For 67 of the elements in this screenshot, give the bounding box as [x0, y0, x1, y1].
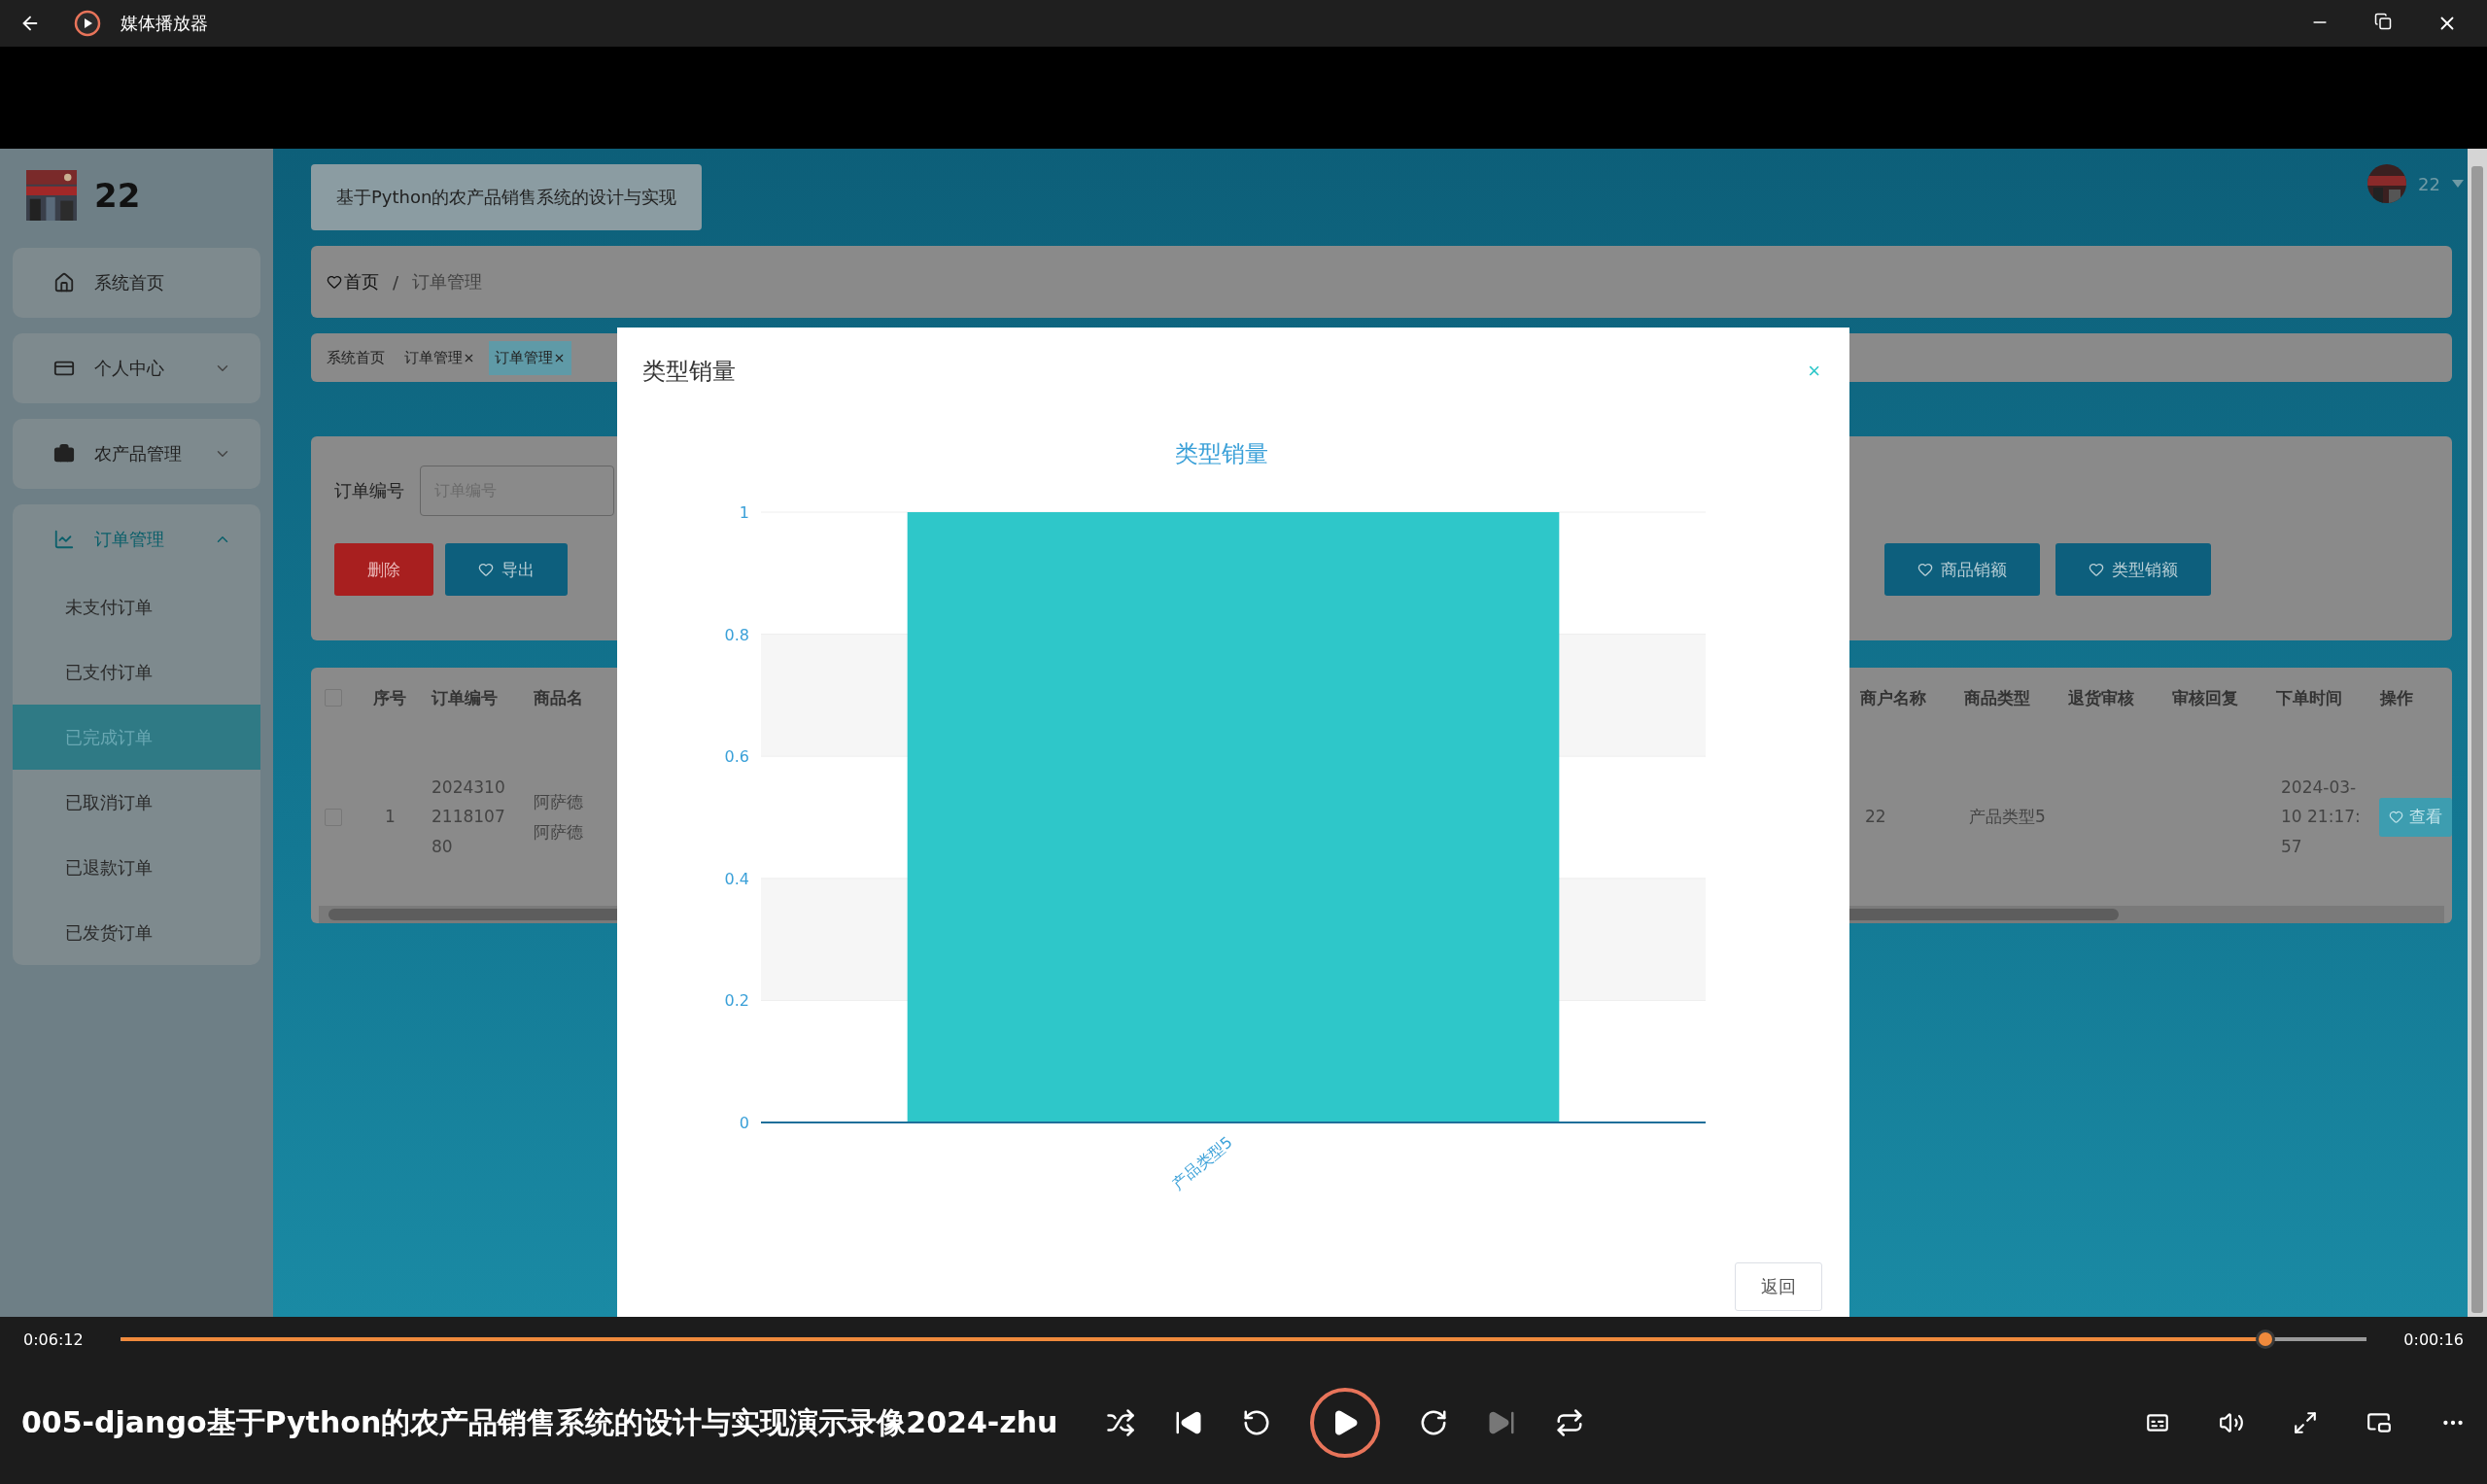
caret-icon	[2452, 180, 2464, 188]
back-button[interactable]: 返回	[1735, 1262, 1822, 1311]
submenu-item[interactable]: 已退款订单	[13, 835, 260, 900]
view-button[interactable]: 查看	[2379, 797, 2452, 837]
column-header: 下单时间	[2275, 686, 2343, 709]
action-button[interactable]: 删除	[334, 543, 433, 596]
home-icon	[53, 272, 75, 293]
axis-tick-label: 0.4	[724, 869, 749, 888]
breadcrumb-link[interactable]: 订单管理	[412, 270, 483, 293]
column-header: 序号	[372, 686, 407, 709]
table-cell-text: 2024310211810780	[431, 776, 506, 858]
dialog-title: 类型销量	[642, 357, 736, 387]
window-title: 媒体播放器	[121, 12, 209, 35]
breadcrumb-link[interactable]: 首页	[344, 270, 379, 293]
page-tab[interactable]: 订单管理	[398, 340, 481, 375]
elapsed-time: 0:06:12	[23, 1329, 84, 1349]
column-header: 商品类型	[1963, 686, 2031, 709]
restore-icon[interactable]	[2374, 13, 2392, 30]
column-header: 订单编号	[430, 686, 499, 709]
heart-icon	[327, 274, 342, 290]
table-cell-text: 22	[1864, 806, 1887, 829]
page-tab[interactable]: 系统首页	[321, 340, 391, 375]
field-label: 订单编号	[334, 479, 404, 502]
submenu-item[interactable]: 已取消订单	[13, 770, 260, 835]
page-tab[interactable]: 订单管理	[489, 340, 571, 375]
mini-player-icon[interactable]	[2366, 1410, 2392, 1435]
column-header: 商户名称	[1859, 686, 1927, 709]
column-header: 商品名	[533, 686, 584, 709]
system-title: 基于Python的农产品销售系统的设计与实现	[311, 164, 703, 230]
axis-tick-label: 0.8	[724, 625, 749, 644]
heart-icon	[2389, 810, 2403, 824]
vertical-scrollbar[interactable]	[2468, 149, 2487, 1317]
axis-tick-label: 0.6	[724, 747, 749, 767]
remaining-time: 0:00:16	[2403, 1329, 2464, 1349]
action-button[interactable]: 类型销额	[2055, 543, 2211, 596]
breadcrumb-separator: /	[393, 271, 399, 293]
axis-tick-label: 0.2	[724, 991, 749, 1011]
submenu-item[interactable]: 已发货订单	[13, 900, 260, 965]
briefcase-icon	[53, 443, 75, 465]
player-logo-icon	[74, 10, 101, 37]
table-cell-text: 2024-03-10 21:17:57	[2280, 776, 2362, 858]
column-header: 退货审核	[2067, 686, 2135, 709]
column-header: 审核回复	[2171, 686, 2239, 709]
table-cell-text: 产品类型5	[1968, 806, 2047, 829]
fullscreen-icon[interactable]	[2293, 1410, 2318, 1435]
heart-icon	[1917, 562, 1933, 577]
heart-icon	[478, 562, 494, 577]
menu-item[interactable]: 农产品管理	[13, 419, 260, 489]
user-name: 22	[94, 176, 141, 215]
chart-icon	[53, 529, 75, 550]
axis-tick-label: 1	[739, 503, 749, 522]
menu-item[interactable]: 个人中心	[13, 333, 260, 403]
action-button[interactable]: 导出	[445, 543, 568, 596]
column-header: 操作	[2378, 686, 2414, 709]
axis-tick-label: 0	[739, 1114, 749, 1132]
submenu-item[interactable]: 已支付订单	[13, 639, 260, 705]
video-title: 005-django基于Python的农产品销售系统的设计与实现演示录像2024-zhu	[21, 1403, 1058, 1441]
menu-item[interactable]: 系统首页	[13, 248, 260, 318]
volume-icon[interactable]	[2219, 1410, 2244, 1435]
category-label: 产品类型5	[1168, 1132, 1236, 1193]
account-name[interactable]: 22	[2418, 173, 2440, 194]
heart-icon	[2089, 562, 2104, 577]
action-button[interactable]: 商品销额	[1884, 543, 2040, 596]
chart-title: 类型销量	[1175, 440, 1268, 467]
submenu-item[interactable]: 未支付订单	[13, 574, 260, 639]
table-cell-text: 1	[384, 806, 397, 829]
table-cell-text: 阿萨德阿萨德	[533, 790, 584, 844]
